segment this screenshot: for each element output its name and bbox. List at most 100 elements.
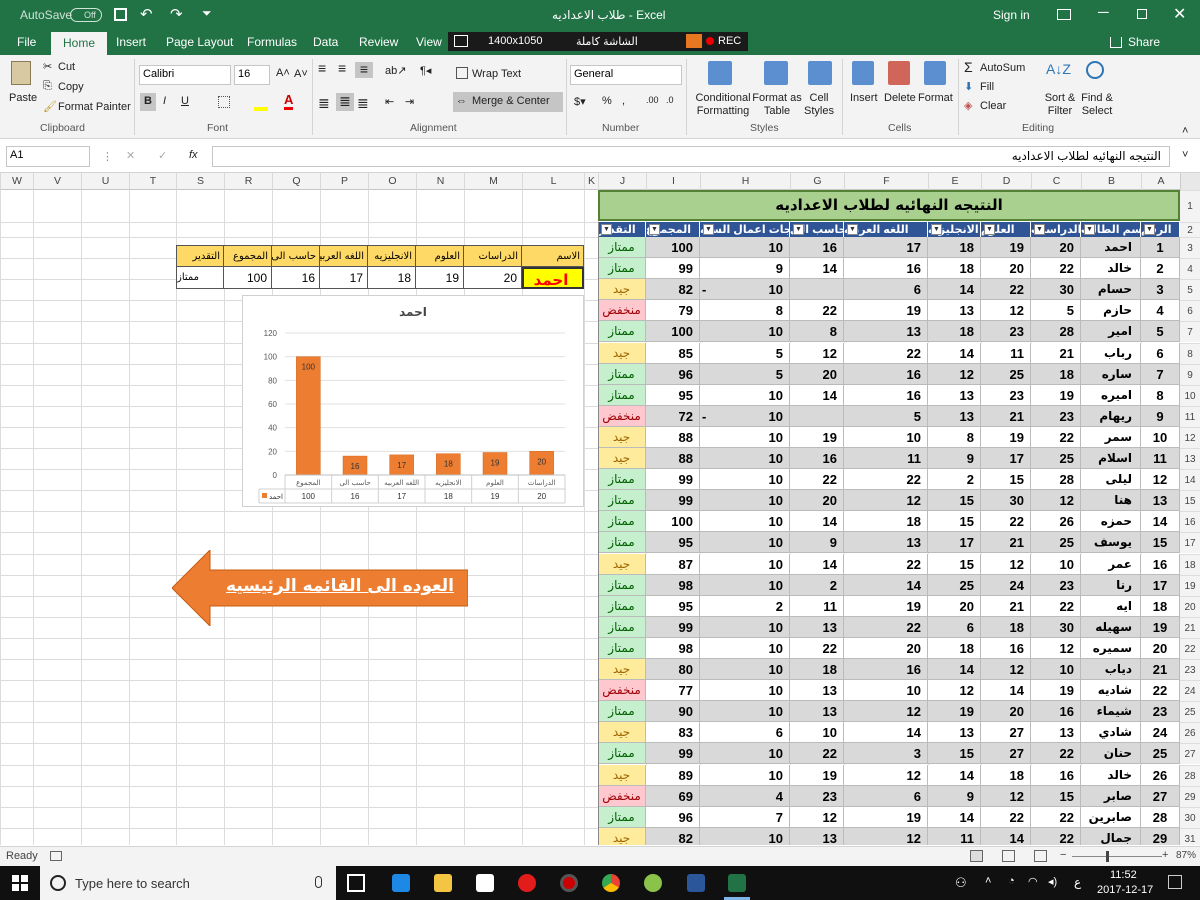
name-box[interactable]: A1 [6, 146, 90, 167]
student-cell[interactable]: 6 [1141, 342, 1180, 364]
grade-cell[interactable]: ممتاز [598, 490, 646, 512]
student-cell[interactable]: 12 [844, 490, 928, 512]
grade-cell[interactable]: منخفض [598, 405, 646, 427]
student-cell[interactable]: 3 [1141, 279, 1180, 301]
student-cell[interactable]: 13 [844, 321, 928, 343]
utorrent-icon[interactable] [644, 874, 662, 892]
student-cell[interactable]: 22 [1031, 595, 1081, 617]
student-cell[interactable]: حنان [1081, 743, 1141, 765]
bar-chart[interactable]: احمد 0 20 40 60 80 100 120 20 الدراسات 20 19 العلوم 1… [242, 295, 584, 507]
student-cell[interactable]: 10 [700, 701, 790, 723]
student-cell[interactable]: 13 [1141, 490, 1180, 512]
column-header[interactable]: N [416, 173, 464, 190]
student-cell[interactable]: 16 [790, 237, 844, 259]
student-cell[interactable]: 2 [1141, 258, 1180, 280]
student-cell[interactable]: 5 [844, 405, 928, 427]
shrink-font-icon[interactable]: A˅ [294, 68, 308, 80]
row-header[interactable]: 5 [1180, 279, 1200, 301]
taskbar-search-box[interactable]: Type here to search [40, 866, 336, 900]
screen-recorder-icon[interactable] [560, 874, 578, 892]
wifi-icon[interactable]: ◠ [1028, 875, 1038, 888]
copy-button[interactable]: Copy [58, 81, 84, 93]
student-cell[interactable]: سهيله [1081, 616, 1141, 638]
student-cell[interactable]: 5 [700, 363, 790, 385]
delete-cells-icon[interactable] [888, 61, 910, 85]
lookup-header-cell[interactable]: الانجليزيه [368, 245, 416, 267]
student-cell[interactable]: 18 [981, 764, 1031, 786]
fill-icon[interactable]: ⬇ [964, 80, 973, 93]
student-cell[interactable]: 19 [1141, 616, 1180, 638]
insert-button[interactable]: Insert [850, 92, 878, 104]
student-cell[interactable]: 13 [790, 827, 844, 845]
student-cell[interactable]: 5 [700, 342, 790, 364]
student-cell[interactable]: 22 [790, 637, 844, 659]
format-table-icon[interactable] [764, 61, 788, 85]
student-cell[interactable]: 7 [1141, 363, 1180, 385]
student-cell[interactable]: 12 [790, 342, 844, 364]
student-cell[interactable]: 14 [928, 659, 981, 681]
student-cell[interactable]: 21 [981, 405, 1031, 427]
student-cell[interactable]: 85 [646, 342, 700, 364]
student-cell[interactable]: 14 [1141, 511, 1180, 533]
format-as-table-button[interactable]: Format as Table [752, 92, 802, 118]
row-header[interactable]: 23 [1180, 659, 1200, 681]
comma-icon[interactable]: , [622, 95, 625, 107]
column-header[interactable]: G [790, 173, 844, 190]
student-cell[interactable]: 5 [1141, 321, 1180, 343]
wrap-text-icon[interactable] [456, 67, 468, 79]
paste-icon[interactable] [11, 61, 31, 85]
people-icon[interactable]: ⚇ [955, 875, 967, 891]
camera-icon[interactable] [686, 34, 702, 48]
student-cell[interactable]: 19 [844, 595, 928, 617]
student-cell[interactable]: 2 [700, 595, 790, 617]
student-cell[interactable]: 30 [981, 490, 1031, 512]
row-header[interactable]: 30 [1180, 806, 1200, 828]
clear-icon[interactable]: ◈ [964, 99, 972, 112]
student-cell[interactable]: 99 [646, 743, 700, 765]
grade-cell[interactable]: منخفض [598, 300, 646, 322]
student-cell[interactable]: امير [1081, 321, 1141, 343]
student-cell[interactable]: 30 [1031, 279, 1081, 301]
row-header[interactable]: 18 [1180, 553, 1200, 575]
student-cell[interactable]: 99 [646, 469, 700, 491]
student-cell[interactable]: 18 [1031, 363, 1081, 385]
student-cell[interactable]: 28 [1031, 469, 1081, 491]
grow-font-icon[interactable]: A˄ [276, 67, 290, 79]
student-cell[interactable]: 13 [790, 616, 844, 638]
tab-view[interactable]: View [416, 35, 442, 49]
student-cell[interactable]: صابرين [1081, 806, 1141, 828]
find-select-icon[interactable] [1086, 61, 1104, 79]
row-header[interactable]: 6 [1180, 300, 1200, 322]
student-cell[interactable]: 28 [1141, 806, 1180, 828]
student-cell[interactable]: 10 [700, 405, 790, 427]
student-cell[interactable]: 16 [1031, 764, 1081, 786]
student-cell[interactable]: 18 [844, 511, 928, 533]
student-cell[interactable]: 12 [844, 827, 928, 845]
row-header[interactable]: 24 [1180, 680, 1200, 702]
column-header[interactable]: E [928, 173, 981, 190]
student-cell[interactable]: 17 [1141, 574, 1180, 596]
copy-icon[interactable]: ⎘ [43, 80, 52, 93]
student-cell[interactable]: 100 [646, 237, 700, 259]
row-header[interactable]: 20 [1180, 595, 1200, 617]
student-cell[interactable] [790, 405, 844, 427]
student-cell[interactable]: 14 [790, 384, 844, 406]
grade-cell[interactable]: ممتاز [598, 743, 646, 765]
page-layout-view-icon[interactable] [1002, 850, 1015, 862]
row-header[interactable]: 1 [1180, 190, 1200, 222]
student-cell[interactable]: 23 [1031, 405, 1081, 427]
student-cell[interactable]: 7 [700, 806, 790, 828]
student-cell[interactable]: 83 [646, 722, 700, 744]
normal-view-icon[interactable] [970, 850, 983, 862]
row-header[interactable]: 4 [1180, 258, 1200, 280]
student-cell[interactable]: 14 [790, 511, 844, 533]
row-header[interactable]: 17 [1180, 532, 1200, 554]
tab-formulas[interactable]: Formulas [247, 35, 297, 49]
student-cell[interactable]: 19 [790, 764, 844, 786]
student-cell[interactable]: 18 [928, 637, 981, 659]
student-cell[interactable]: 14 [981, 680, 1031, 702]
student-cell[interactable]: 29 [1141, 827, 1180, 845]
accounting-icon[interactable]: $▾ [574, 95, 586, 108]
undo-icon[interactable]: ↶ [140, 5, 153, 23]
student-cell[interactable]: 30 [1031, 616, 1081, 638]
